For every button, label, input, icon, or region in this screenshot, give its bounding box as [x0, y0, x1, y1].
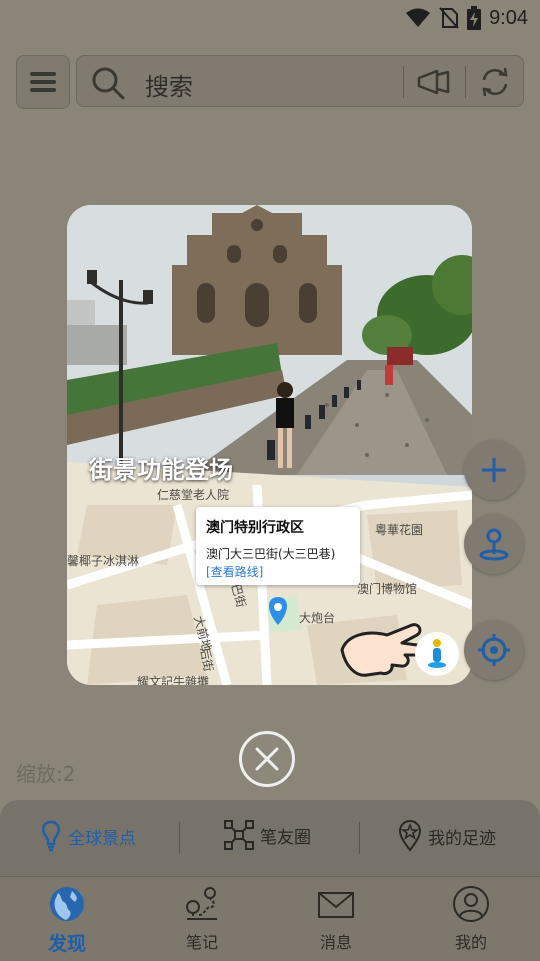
- tab-global-spots[interactable]: 全球景点: [40, 820, 136, 852]
- tab-label: 我的足迹: [428, 828, 496, 849]
- streetview-promo-card[interactable]: 街景功能登场 仁慈堂老人院 馨椰子冰淇淋 粵華花園 澳门博物馆 大炮台 大前地 …: [67, 205, 472, 685]
- menu-icon: [30, 72, 56, 92]
- tab-label: 全球景点: [68, 828, 136, 849]
- nav-label: 笔记: [185, 933, 218, 952]
- map-label: 馨椰子冰淇淋: [67, 554, 140, 568]
- menu-button[interactable]: [16, 55, 70, 109]
- zoom-level: 缩放:2: [16, 762, 76, 786]
- horn-icon[interactable]: [417, 68, 451, 96]
- search-input[interactable]: 搜索: [145, 67, 193, 102]
- status-icons: 9:04: [405, 6, 528, 30]
- locate-button[interactable]: [464, 620, 524, 680]
- nav-messages[interactable]: 消息: [286, 885, 386, 953]
- nav-label: 消息: [319, 933, 352, 952]
- no-sim-icon: [439, 7, 459, 29]
- nav-profile[interactable]: 我的: [421, 885, 521, 953]
- nav-discover[interactable]: 发现: [17, 885, 117, 956]
- close-promo-button[interactable]: [239, 731, 295, 787]
- status-bar: 9:04: [0, 0, 540, 36]
- search-divider: [403, 66, 404, 98]
- status-time: 9:04: [489, 6, 528, 29]
- location-info-card[interactable]: 澳门特别行政区 澳门大三巴街(大三巴巷) [查看路线]: [196, 507, 360, 585]
- location-address: 澳门大三巴街(大三巴巷): [206, 547, 336, 561]
- map-label: 耀文記牛雜攤: [137, 675, 210, 685]
- star-pin-icon: [398, 820, 422, 852]
- bottom-nav: 发现 笔记 消息 我的: [0, 876, 540, 961]
- close-icon: [255, 747, 279, 771]
- user-icon: [453, 886, 489, 922]
- tab-my-footprints[interactable]: 我的足迹: [398, 820, 496, 852]
- map-label: 大炮台: [299, 611, 336, 625]
- battery-charging-icon: [467, 6, 482, 30]
- tab-divider: [359, 822, 360, 854]
- locate-icon: [478, 634, 510, 666]
- mail-icon: [318, 892, 354, 918]
- location-title: 澳门特别行政区: [206, 520, 304, 536]
- promo-title: 街景功能登场: [89, 456, 233, 484]
- search-icon: [92, 67, 125, 100]
- tab-divider: [179, 822, 180, 854]
- network-icon: [224, 820, 254, 850]
- nav-notes[interactable]: 笔记: [152, 885, 252, 953]
- route-pin-icon: [186, 887, 217, 920]
- tab-pen-pals[interactable]: 笔友圈: [224, 820, 311, 850]
- search-bar[interactable]: 搜索: [76, 55, 524, 107]
- nav-label: 发现: [47, 933, 86, 955]
- globe-icon: [50, 887, 84, 921]
- add-button[interactable]: [464, 440, 524, 500]
- view-route-link[interactable]: [查看路线]: [206, 563, 263, 580]
- mark-location-button[interactable]: [464, 514, 524, 574]
- add-icon: [482, 458, 506, 482]
- bottom-panel: 全球景点 笔友圈 我的足迹 发现 笔记 消息 我的: [0, 800, 540, 961]
- wifi-icon: [406, 8, 431, 27]
- refresh-icon[interactable]: [479, 66, 511, 98]
- search-divider: [465, 66, 466, 98]
- map-label: 仁慈堂老人院: [157, 488, 230, 502]
- street-photo: [67, 205, 472, 685]
- nav-label: 我的: [454, 933, 487, 952]
- map-label: 澳门博物馆: [357, 582, 418, 596]
- pin-icon: [479, 528, 509, 561]
- category-tabs: 全球景点 笔友圈 我的足迹: [0, 800, 540, 876]
- tab-label: 笔友圈: [260, 827, 311, 848]
- map-label: 粵華花園: [375, 523, 424, 537]
- lightbulb-pin-icon: [42, 820, 60, 852]
